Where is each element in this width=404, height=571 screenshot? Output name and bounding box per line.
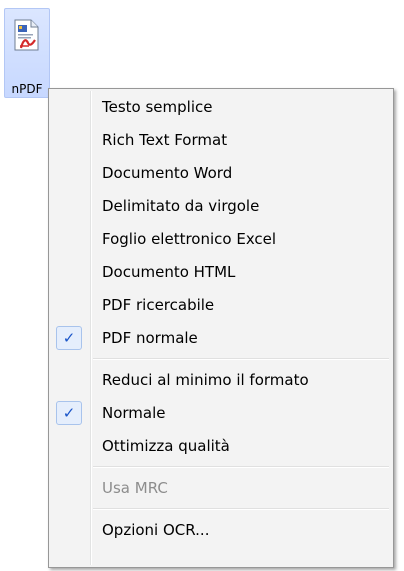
checkmark-icon: ✓ — [62, 329, 76, 347]
npdf-shortcut[interactable]: nPDF — [4, 8, 50, 98]
menu-item-label: Documento Word — [102, 164, 233, 182]
menu-item-label: Delimitato da virgole — [102, 197, 260, 215]
menu-separator — [93, 508, 389, 510]
menu-item-label: Testo semplice — [102, 98, 213, 116]
menu-item-normale[interactable]: ✓ Normale — [51, 397, 391, 430]
menu-item-documento-word[interactable]: Documento Word — [51, 157, 391, 190]
menu-item-pdf-ricercabile[interactable]: PDF ricercabile — [51, 289, 391, 322]
check-indicator: ✓ — [56, 326, 82, 350]
menu-item-usa-mrc: Usa MRC — [51, 472, 391, 505]
menu-item-label: Ottimizza qualità — [102, 437, 230, 455]
menu-item-documento-html[interactable]: Documento HTML — [51, 256, 391, 289]
menu-item-delimitato-da-virgole[interactable]: Delimitato da virgole — [51, 190, 391, 223]
menu-item-reduci-al-minimo-il-formato[interactable]: Reduci al minimo il formato — [51, 364, 391, 397]
menu-item-label: PDF normale — [102, 329, 198, 347]
menu-item-pdf-normale[interactable]: ✓ PDF normale — [51, 322, 391, 355]
menu-item-label: PDF ricercabile — [102, 296, 215, 314]
menu-item-testo-semplice[interactable]: Testo semplice — [51, 91, 391, 124]
menu-item-label: Reduci al minimo il formato — [102, 371, 309, 389]
menu-separator — [93, 466, 389, 468]
check-indicator: ✓ — [56, 401, 82, 425]
pdf-document-icon — [14, 19, 39, 51]
menu-item-label: Usa MRC — [102, 479, 168, 497]
menu-separator — [93, 358, 389, 360]
menu-item-rich-text-format[interactable]: Rich Text Format — [51, 124, 391, 157]
scan-format-context-menu: Testo semplice Rich Text Format Documento … — [48, 88, 394, 568]
menu-item-label: Foglio elettronico Excel — [102, 230, 277, 248]
npdf-label: nPDF — [11, 82, 43, 96]
menu-item-foglio-elettronico-excel[interactable]: Foglio elettronico Excel — [51, 223, 391, 256]
menu-item-ottimizza-qualit[interactable]: Ottimizza qualità — [51, 430, 391, 463]
menu-item-opzioni-ocr[interactable]: Opzioni OCR... — [51, 514, 391, 547]
menu-item-label: Normale — [102, 404, 166, 422]
desktop: nPDF Testo semplice Rich Text Format Docum… — [0, 0, 404, 571]
menu-item-label: Rich Text Format — [102, 131, 228, 149]
menu-item-label: Opzioni OCR... — [102, 521, 210, 539]
menu-item-label: Documento HTML — [102, 263, 236, 281]
checkmark-icon: ✓ — [62, 404, 76, 422]
